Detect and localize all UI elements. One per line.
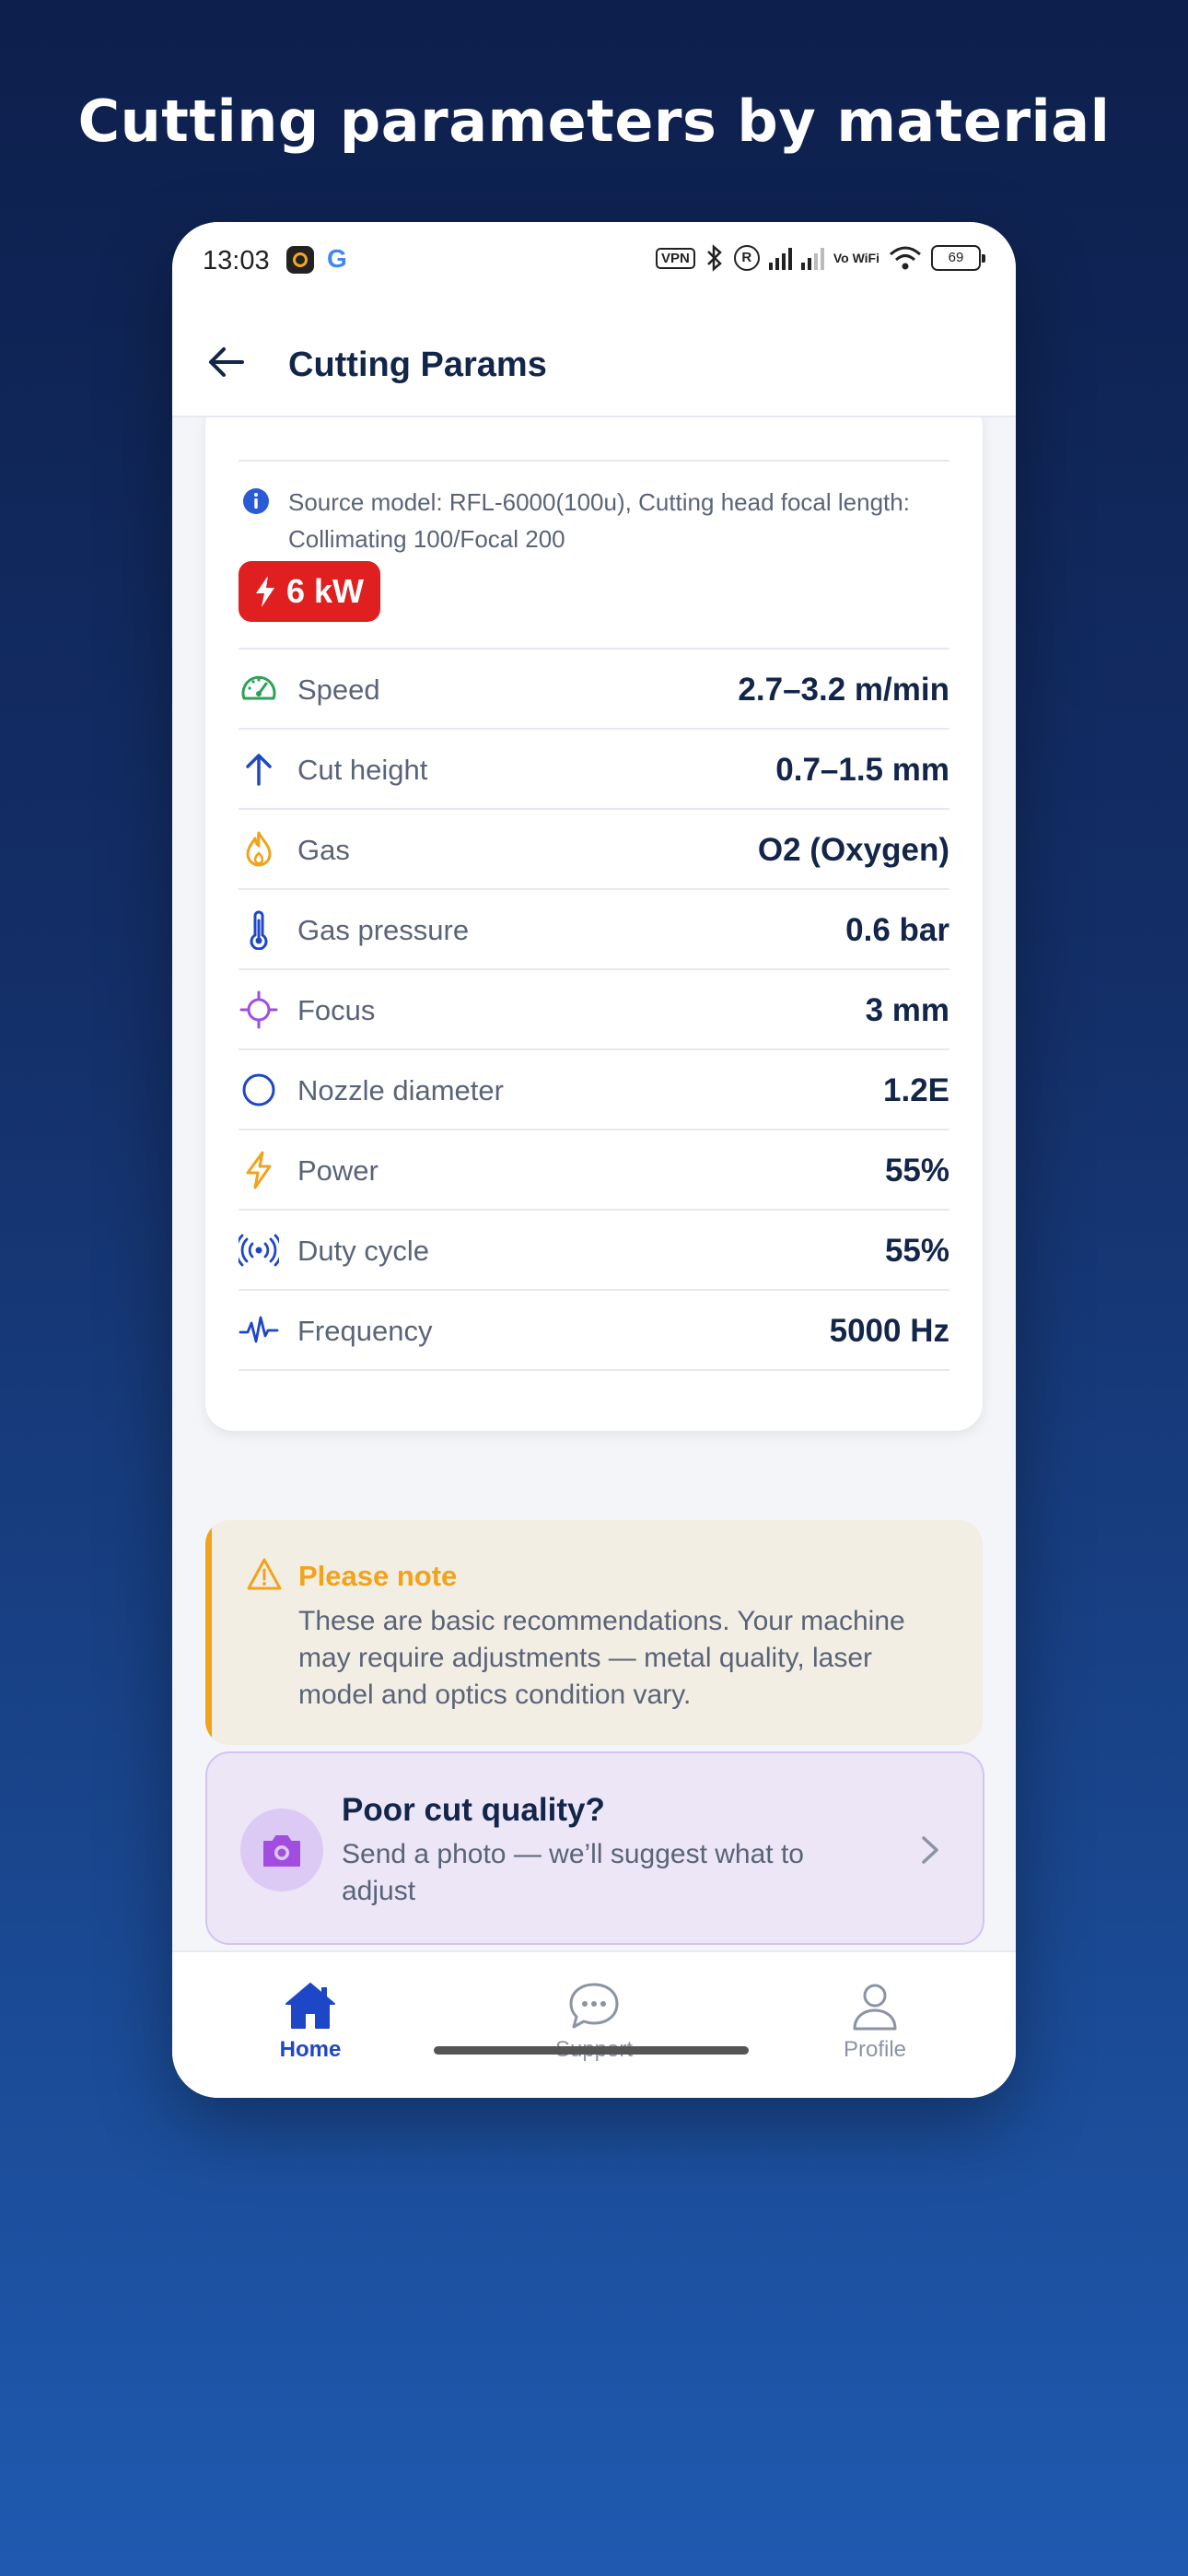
status-time: 13:03 [203, 246, 270, 275]
wifi-icon [890, 246, 921, 270]
page-headline: Cutting parameters by material [77, 88, 1111, 155]
page-title: Cutting Params [288, 345, 547, 384]
param-value: O2 (Oxygen) [757, 832, 949, 868]
power-badge: 6 kW [239, 561, 381, 622]
signal-2-icon [800, 246, 824, 270]
home-icon [285, 1983, 335, 2029]
lightning-icon [246, 1151, 272, 1189]
pulse-icon [239, 1316, 279, 1343]
user-icon [853, 1984, 897, 2031]
speedometer-icon [241, 675, 276, 700]
google-icon: G [327, 244, 347, 273]
bottom-tab-bar: Home Support Profile [172, 1950, 1016, 2098]
info-icon [243, 488, 269, 514]
battery-icon: 69 [931, 245, 985, 271]
phone-frame: 13:03 G VPN R Vo WiFi 69 Cutting Params … [172, 222, 1016, 2098]
promo-title: Poor cut quality? [342, 1792, 605, 1828]
note-callout: Please note These are basic recommendati… [205, 1520, 983, 1745]
chevron-right-icon [922, 1836, 938, 1864]
vpn-icon: VPN [655, 247, 695, 269]
chat-icon [569, 1983, 619, 2029]
tab-profile[interactable]: Profile [801, 1980, 949, 2063]
vowifi-icon: Vo WiFi [833, 251, 879, 265]
tab-label: Profile [843, 2037, 907, 2062]
note-body: These are basic recommendations. Your ma… [298, 1606, 905, 1710]
camera-app-icon [286, 246, 314, 274]
param-label: Power [297, 1154, 379, 1187]
param-row-speed: Speed 2.7–3.2 m/min [239, 650, 949, 730]
param-value: 0.6 bar [845, 912, 949, 948]
param-row-cut-height: Cut height 0.7–1.5 mm [239, 730, 949, 810]
divider [239, 460, 949, 462]
arrow-up-icon [246, 754, 272, 786]
params-list: Speed 2.7–3.2 m/min Cut height 0.7–1.5 m… [239, 650, 949, 1371]
param-label: Speed [297, 673, 380, 706]
param-value: 55% [884, 1153, 949, 1188]
camera-icon-badge [240, 1809, 323, 1891]
bluetooth-icon [706, 244, 722, 272]
param-value: 1.2E [883, 1072, 949, 1108]
status-icons: VPN R Vo WiFi 69 [655, 244, 985, 272]
param-row-focus: Focus 3 mm [239, 970, 949, 1050]
param-label: Nozzle diameter [297, 1074, 504, 1107]
source-model-text: Source model: RFL-6000(100u), Cutting he… [288, 488, 910, 553]
param-label: Focus [297, 994, 376, 1026]
param-row-nozzle-diameter: Nozzle diameter 1.2E [239, 1050, 949, 1130]
param-label: Cut height [297, 754, 428, 786]
back-arrow-icon[interactable] [205, 342, 246, 382]
status-bar: 13:03 G VPN R Vo WiFi 69 [172, 222, 1016, 307]
thermometer-icon [250, 910, 268, 950]
note-title: Please note [298, 1560, 458, 1592]
param-value: 55% [884, 1233, 949, 1269]
tab-home[interactable]: Home [237, 1980, 384, 2063]
power-badge-label: 6 kW [286, 572, 365, 610]
lightning-icon [256, 576, 274, 607]
param-label: Frequency [297, 1315, 433, 1347]
broadcast-icon [239, 1234, 279, 1267]
camera-icon [263, 1835, 300, 1867]
param-row-gas: Gas O2 (Oxygen) [239, 810, 949, 890]
crosshair-icon [239, 990, 278, 1029]
param-row-duty-cycle: Duty cycle 55% [239, 1211, 949, 1291]
home-indicator [434, 2046, 749, 2055]
circle-icon [242, 1073, 275, 1107]
param-row-power: Power 55% [239, 1130, 949, 1211]
flame-icon [246, 831, 272, 867]
param-row-gas-pressure: Gas pressure 0.6 bar [239, 890, 949, 970]
param-label: Gas pressure [297, 914, 470, 946]
params-card: Source model: RFL-6000(100u), Cutting he… [205, 417, 983, 1431]
signal-icon [768, 246, 792, 270]
param-row-frequency: Frequency 5000 Hz [239, 1291, 949, 1371]
param-value: 2.7–3.2 m/min [738, 672, 949, 708]
poor-cut-quality-card[interactable]: Poor cut quality? Send a photo — we’ll s… [205, 1751, 984, 1945]
promo-subtitle: Send a photo — we’ll suggest what to adj… [342, 1839, 804, 1906]
warning-icon [247, 1558, 282, 1590]
param-value: 3 mm [865, 992, 949, 1028]
param-value: 0.7–1.5 mm [775, 752, 949, 788]
tab-label: Home [279, 2037, 342, 2062]
param-value: 5000 Hz [829, 1313, 949, 1349]
registered-icon: R [733, 245, 760, 271]
param-label: Duty cycle [297, 1235, 429, 1267]
scroll-content[interactable]: Source model: RFL-6000(100u), Cutting he… [172, 417, 1016, 1950]
param-label: Gas [297, 834, 350, 866]
app-bar: Cutting Params [172, 307, 1016, 417]
